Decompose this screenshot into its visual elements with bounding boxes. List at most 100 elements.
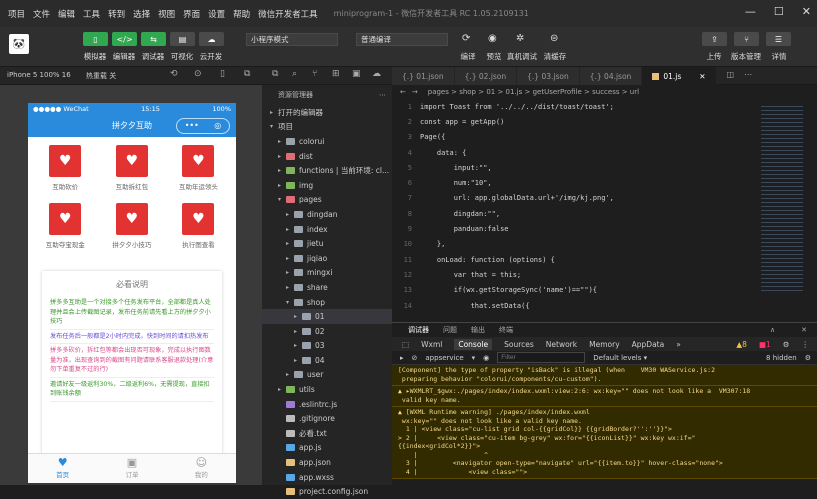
menu-edit[interactable]: 编辑 bbox=[58, 8, 75, 20]
tab-terminal[interactable]: 终端 bbox=[499, 325, 513, 335]
tree-item[interactable]: project.config.json bbox=[262, 484, 392, 499]
tab-mine[interactable]: ☺ 我的 bbox=[167, 454, 236, 483]
remote-debug-icon[interactable]: ✲ bbox=[516, 33, 524, 44]
tree-item[interactable]: ▸ 02 bbox=[262, 324, 392, 339]
menu-project[interactable]: 项目 bbox=[8, 8, 25, 20]
tree-item[interactable]: app.wxss bbox=[262, 470, 392, 485]
clear-icon[interactable]: ⊘ bbox=[412, 354, 418, 362]
menu-interface[interactable]: 界面 bbox=[183, 8, 200, 20]
maximize-icon[interactable]: ☐ bbox=[774, 5, 784, 18]
popout-icon[interactable]: ⧉ bbox=[244, 69, 250, 79]
cloud-icon[interactable]: ☁ bbox=[372, 69, 381, 79]
version-button[interactable]: ⑂ bbox=[734, 32, 759, 46]
close-tab-icon[interactable]: ✕ bbox=[699, 72, 705, 81]
tree-item[interactable]: ▸ functions | 当前环境: cl... bbox=[262, 163, 392, 178]
tab-sources[interactable]: Sources bbox=[504, 340, 534, 349]
menu-goto[interactable]: 转到 bbox=[108, 8, 125, 20]
tab-orders[interactable]: ▣ 订单 bbox=[97, 454, 166, 483]
hotreload-select[interactable]: 热重载 关 bbox=[86, 71, 116, 81]
capsule-menu[interactable]: ••• ◎ bbox=[176, 118, 230, 134]
editor-button[interactable]: </> bbox=[112, 32, 137, 46]
layout-icon[interactable]: ▣ bbox=[352, 69, 361, 79]
tab-04-json[interactable]: {.} 04.json bbox=[579, 67, 643, 85]
close-circle-icon[interactable]: ◎ bbox=[214, 115, 221, 137]
tree-item[interactable]: .eslintrc.js bbox=[262, 397, 392, 412]
filter-input[interactable] bbox=[497, 352, 586, 363]
preview-icon[interactable]: ◉ bbox=[488, 33, 497, 44]
console-gear-icon[interactable]: ⚙ bbox=[805, 354, 811, 362]
extensions-icon[interactable]: ⊞ bbox=[332, 69, 340, 79]
tree-item[interactable]: ▸ utils bbox=[262, 382, 392, 397]
rotate-icon[interactable]: ⟲ bbox=[170, 69, 178, 79]
clear-cache-icon[interactable]: ⊜ bbox=[550, 33, 558, 44]
tree-item[interactable]: ▸ colorui bbox=[262, 134, 392, 149]
gear-icon[interactable]: ⚙ bbox=[783, 340, 790, 349]
back-icon[interactable]: ← bbox=[400, 88, 406, 96]
menu-tools[interactable]: 工具 bbox=[83, 8, 100, 20]
context-select[interactable]: appservice bbox=[425, 354, 463, 362]
grid-item[interactable]: ♥ 互助砍价 bbox=[32, 143, 99, 201]
split-icon[interactable]: ◫ bbox=[727, 70, 735, 85]
tree-item[interactable]: ▸ share bbox=[262, 280, 392, 295]
kebab-icon[interactable]: ⋮ bbox=[802, 340, 810, 349]
simulator-button[interactable]: ▯ bbox=[83, 32, 108, 46]
open-editors-section[interactable]: ▸ 打开的编辑器 bbox=[262, 105, 392, 120]
details-button[interactable]: ☰ bbox=[766, 32, 791, 46]
tab-network[interactable]: Network bbox=[546, 340, 577, 349]
debugger-button[interactable]: ⇆ bbox=[141, 32, 166, 46]
tree-item[interactable]: ▸ jietu bbox=[262, 236, 392, 251]
tree-item[interactable]: ▸ 04 bbox=[262, 353, 392, 368]
tab-output[interactable]: 输出 bbox=[471, 325, 485, 335]
tree-item[interactable]: ▾ pages bbox=[262, 193, 392, 208]
branch-icon[interactable]: ⑂ bbox=[312, 69, 317, 79]
menu-file[interactable]: 文件 bbox=[33, 8, 50, 20]
device-select[interactable]: iPhone 5 100% 16 bbox=[7, 71, 71, 79]
grid-item[interactable]: ♥ 执行图查看 bbox=[165, 201, 232, 259]
tree-item[interactable]: ▸ mingxi bbox=[262, 266, 392, 281]
tab-debugger[interactable]: 调试器 bbox=[408, 325, 429, 335]
tree-item[interactable]: app.js bbox=[262, 441, 392, 456]
tree-item[interactable]: ▸ img bbox=[262, 178, 392, 193]
search-icon[interactable]: ⌕ bbox=[292, 69, 297, 79]
tree-item[interactable]: app.json bbox=[262, 455, 392, 470]
tree-item[interactable]: ▸ index bbox=[262, 222, 392, 237]
grid-item[interactable]: ♥ 拼夕夕小技巧 bbox=[99, 201, 166, 259]
tree-item[interactable]: ▸ 03 bbox=[262, 339, 392, 354]
tab-console[interactable]: Console bbox=[454, 338, 493, 350]
forward-icon[interactable]: → bbox=[412, 88, 418, 96]
upload-button[interactable]: ⇪ bbox=[702, 32, 727, 46]
compile-icon[interactable]: ⟳ bbox=[462, 33, 470, 44]
chevron-down-icon[interactable]: ▾ bbox=[472, 354, 476, 362]
minimize-icon[interactable]: — bbox=[745, 5, 756, 18]
grid-item[interactable]: ♥ 互助拆红包 bbox=[99, 143, 166, 201]
more-dots-icon[interactable]: ••• bbox=[185, 115, 199, 137]
tree-item[interactable]: ▸ user bbox=[262, 368, 392, 383]
tree-item[interactable]: ▸ 01 bbox=[262, 309, 392, 324]
tree-item[interactable]: 必看.txt bbox=[262, 426, 392, 441]
tree-item[interactable]: ▸ dist bbox=[262, 149, 392, 164]
levels-select[interactable]: Default levels ▾ bbox=[593, 354, 647, 362]
sidebar-toggle-icon[interactable]: ▸ bbox=[400, 354, 404, 362]
tab-01-js[interactable]: 01.js ✕ bbox=[642, 67, 717, 85]
tree-item[interactable]: ▸ jiqiao bbox=[262, 251, 392, 266]
menu-settings[interactable]: 设置 bbox=[208, 8, 225, 20]
compile-select[interactable]: 普通编译 bbox=[356, 33, 448, 46]
tab-wxml[interactable]: Wxml bbox=[421, 340, 442, 349]
menu-help[interactable]: 帮助 bbox=[233, 8, 250, 20]
record-icon[interactable]: ⊙ bbox=[194, 69, 202, 79]
menu-select[interactable]: 选择 bbox=[133, 8, 150, 20]
tab-02-json[interactable]: {.} 02.json bbox=[454, 67, 518, 85]
visual-button[interactable]: ▤ bbox=[170, 32, 195, 46]
eye-icon[interactable]: ◉ bbox=[483, 354, 489, 362]
copy-icon[interactable]: ⧉ bbox=[272, 69, 278, 79]
cloud-button[interactable]: ☁ bbox=[199, 32, 224, 46]
more-icon[interactable]: ⋯ bbox=[379, 91, 386, 99]
inspect-icon[interactable]: ⬚ bbox=[402, 340, 409, 349]
close-panel-icon[interactable]: ✕ bbox=[801, 326, 807, 334]
tab-03-json[interactable]: {.} 03.json bbox=[517, 67, 580, 85]
mode-select[interactable]: 小程序模式 bbox=[246, 33, 338, 46]
tree-item[interactable]: .gitignore bbox=[262, 411, 392, 426]
tab-01-json[interactable]: {.} 01.json bbox=[392, 67, 455, 85]
project-root[interactable]: ▾ 项目 bbox=[262, 120, 392, 135]
grid-item[interactable]: ♥ 互助年运领头 bbox=[165, 143, 232, 201]
